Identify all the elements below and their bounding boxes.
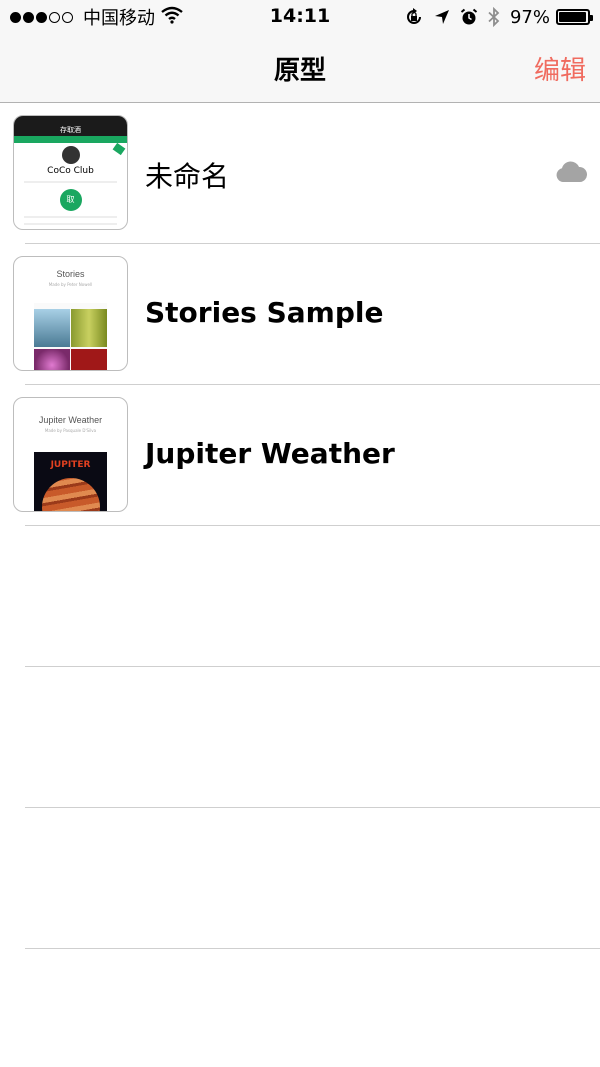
- edit-button[interactable]: 编辑: [534, 50, 586, 87]
- photo-tile: [71, 349, 107, 370]
- thumbnail-text-line: [24, 223, 117, 225]
- battery-fill: [559, 12, 587, 22]
- empty-row: [0, 808, 600, 949]
- thumbnail-text-line: [24, 181, 117, 183]
- top-bar: 中国移动 14:11 97% 原型 编辑: [0, 0, 600, 103]
- planet-icon: [42, 478, 100, 511]
- thumbnail-body: CoCo Club 取: [14, 142, 127, 229]
- battery-percent: 97%: [509, 6, 550, 28]
- prototype-thumbnail: 存取酒 CoCo Club 取: [13, 115, 128, 230]
- list-item[interactable]: Stories Made by Peter Nowell Stories Sam…: [0, 244, 600, 385]
- list-item[interactable]: 存取酒 CoCo Club 取 未命名: [0, 103, 600, 244]
- prototype-title: Stories Sample: [145, 296, 384, 329]
- prototype-title: Jupiter Weather: [145, 437, 395, 470]
- prototype-thumbnail: Stories Made by Peter Nowell: [13, 256, 128, 371]
- prototype-list: 存取酒 CoCo Club 取 未命名 Stories Made by Pete: [0, 103, 600, 949]
- avatar: [61, 146, 80, 164]
- orientation-lock-icon: [404, 7, 424, 27]
- list-item[interactable]: Jupiter Weather Made by Pasquale D'Silva…: [0, 385, 600, 526]
- prototype-thumbnail: Jupiter Weather Made by Pasquale D'Silva…: [13, 397, 128, 512]
- thumbnail-subtitle: Made by Peter Nowell: [48, 282, 93, 287]
- thumbnail-text-line: [24, 216, 117, 218]
- bluetooth-icon: [488, 7, 500, 27]
- alarm-icon: [460, 8, 478, 26]
- photo-tile: [34, 349, 70, 370]
- thumbnail-planet-image: JUPITER: [34, 452, 107, 511]
- thumbnail-club-name: CoCo Club: [47, 166, 94, 176]
- photo-tile: [34, 309, 70, 347]
- thumbnail-photo-grid: [34, 303, 107, 370]
- empty-row: [0, 526, 600, 667]
- prototype-title: 未命名: [145, 160, 230, 193]
- photo-tile: [71, 309, 107, 347]
- thumbnail-title: Jupiter Weather: [38, 415, 103, 425]
- thumbnail-header-title: 存取酒: [60, 126, 81, 134]
- page-title: 原型: [273, 56, 326, 86]
- location-arrow-icon: [434, 9, 450, 25]
- cloud-icon[interactable]: [555, 161, 588, 187]
- thumbnail-green-band: [14, 136, 127, 143]
- thumbnail-round-button: 取: [59, 189, 82, 211]
- tag-icon: [112, 142, 126, 156]
- empty-row: [0, 667, 600, 808]
- thumbnail-planet-word: JUPITER: [50, 460, 91, 470]
- status-bar: 中国移动 14:11 97%: [0, 0, 600, 34]
- navigation-bar: 原型 编辑: [0, 34, 600, 102]
- status-right: 97%: [394, 5, 593, 29]
- thumbnail-title: Stories: [56, 269, 85, 279]
- thumbnail-subtitle: Made by Pasquale D'Silva: [44, 428, 97, 433]
- row-separator: [25, 948, 600, 949]
- thumbnail-header: 存取酒: [14, 116, 127, 136]
- battery-icon: [556, 9, 593, 25]
